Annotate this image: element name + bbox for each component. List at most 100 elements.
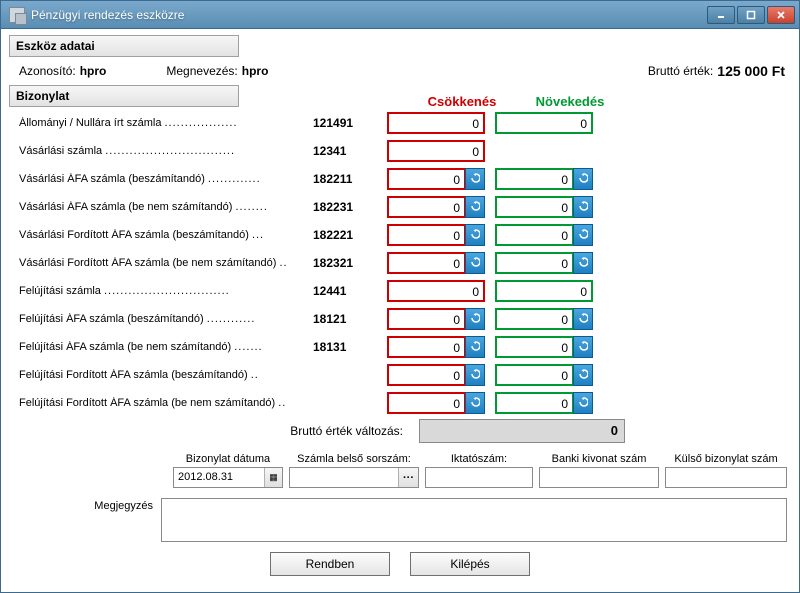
row-code: 182211 — [309, 172, 377, 186]
revert-icon — [470, 313, 480, 326]
account-row: Felújítási számla ......................… — [9, 277, 791, 305]
revert-icon — [470, 229, 480, 242]
decrease-revert-button[interactable] — [465, 224, 485, 246]
decrease-revert-button[interactable] — [465, 392, 485, 414]
increase-input[interactable]: 0 — [495, 364, 574, 386]
increase-revert-button[interactable] — [573, 168, 593, 190]
increase-revert-button[interactable] — [573, 252, 593, 274]
ellipsis-icon: ··· — [403, 472, 414, 484]
account-row: Felújítási ÁFA számla (be nem számítandó… — [9, 333, 791, 361]
revert-icon — [578, 397, 588, 410]
revert-icon — [470, 341, 480, 354]
row-label: Vásárlási Fordított ÁFA számla (beszámít… — [9, 229, 309, 241]
increase-input[interactable]: 0 — [495, 336, 574, 358]
increase-revert-button[interactable] — [573, 336, 593, 358]
increase-revert-button[interactable] — [573, 364, 593, 386]
date-value[interactable]: 2012.08.31 — [174, 468, 264, 487]
sorsz-value[interactable] — [290, 468, 398, 487]
decrease-input[interactable]: 0 — [387, 364, 466, 386]
asset-id-label: Azonosító: — [19, 64, 76, 78]
account-row: Felújítási Fordított ÁFA számla (beszámí… — [9, 361, 791, 389]
date-label: Bizonylat dátuma — [173, 453, 283, 465]
decrease-input[interactable]: 0 — [387, 336, 466, 358]
increase-input[interactable]: 0 — [495, 392, 574, 414]
decrease-revert-button[interactable] — [465, 308, 485, 330]
decrease-revert-button[interactable] — [465, 168, 485, 190]
minimize-button[interactable] — [707, 6, 735, 24]
col-increase-title: Növekedés — [521, 94, 619, 109]
revert-icon — [470, 397, 480, 410]
row-code: 12341 — [309, 144, 377, 158]
close-button[interactable] — [767, 6, 795, 24]
decrease-input[interactable]: 0 — [387, 308, 466, 330]
increase-input[interactable]: 0 — [495, 168, 574, 190]
row-label: Vásárlási ÁFA számla (be nem számítandó)… — [9, 201, 309, 213]
increase-input[interactable]: 0 — [495, 280, 593, 302]
ok-button[interactable]: Rendben — [270, 552, 390, 576]
account-row: Állományi / Nullára írt számla .........… — [9, 109, 791, 137]
increase-revert-button[interactable] — [573, 308, 593, 330]
col-decrease-title: Csökkenés — [413, 94, 511, 109]
decrease-input[interactable]: 0 — [387, 224, 466, 246]
increase-revert-button[interactable] — [573, 196, 593, 218]
row-label: Vásárlási számla .......................… — [9, 145, 309, 157]
section-bizonylat-header: Bizonylat — [9, 85, 239, 107]
decrease-input[interactable]: 0 — [387, 140, 485, 162]
cancel-button[interactable]: Kilépés — [410, 552, 530, 576]
increase-revert-button[interactable] — [573, 392, 593, 414]
iktato-label: Iktatószám: — [425, 453, 533, 465]
calendar-icon: ▦ — [269, 472, 278, 483]
revert-icon — [578, 313, 588, 326]
memo-textarea[interactable] — [161, 498, 787, 542]
decrease-revert-button[interactable] — [465, 252, 485, 274]
decrease-input[interactable]: 0 — [387, 112, 485, 134]
row-label: Vásárlási ÁFA számla (beszámítandó) ....… — [9, 173, 309, 185]
row-code: 182231 — [309, 200, 377, 214]
increase-input[interactable]: 0 — [495, 224, 574, 246]
memo-label: Megjegyzés — [13, 498, 153, 542]
row-label: Vásárlási Fordított ÁFA számla (be nem s… — [9, 257, 309, 269]
decrease-input[interactable]: 0 — [387, 392, 466, 414]
decrease-revert-button[interactable] — [465, 364, 485, 386]
row-label: Felújítási számla ......................… — [9, 285, 309, 297]
row-label: Felújítási ÁFA számla (be nem számítandó… — [9, 341, 309, 353]
revert-icon — [578, 173, 588, 186]
account-row: Vásárlási Fordított ÁFA számla (beszámít… — [9, 221, 791, 249]
increase-input[interactable]: 0 — [495, 196, 574, 218]
asset-brutto-label: Bruttó érték: — [648, 64, 713, 78]
sorsz-lookup-button[interactable]: ··· — [398, 468, 418, 487]
increase-input[interactable]: 0 — [495, 308, 574, 330]
decrease-input[interactable]: 0 — [387, 168, 466, 190]
revert-icon — [470, 257, 480, 270]
iktato-input[interactable] — [425, 467, 533, 488]
decrease-input[interactable]: 0 — [387, 252, 466, 274]
maximize-button[interactable] — [737, 6, 765, 24]
increase-revert-button[interactable] — [573, 224, 593, 246]
decrease-input[interactable]: 0 — [387, 280, 485, 302]
row-code: 18131 — [309, 340, 377, 354]
row-label: Felújítási ÁFA számla (beszámítandó) ...… — [9, 313, 309, 325]
row-label: Felújítási Fordított ÁFA számla (beszámí… — [9, 369, 309, 381]
decrease-revert-button[interactable] — [465, 336, 485, 358]
revert-icon — [578, 229, 588, 242]
asset-info: Azonosító: hpro Megnevezés: hpro Bruttó … — [9, 59, 791, 85]
decrease-input[interactable]: 0 — [387, 196, 466, 218]
row-label: Állományi / Nullára írt számla .........… — [9, 117, 309, 129]
date-input[interactable]: 2012.08.31 ▦ — [173, 467, 283, 488]
banki-input[interactable] — [539, 467, 659, 488]
revert-icon — [578, 341, 588, 354]
sorsz-input[interactable]: ··· — [289, 467, 419, 488]
row-code: 18121 — [309, 312, 377, 326]
kulso-input[interactable] — [665, 467, 787, 488]
row-code: 182221 — [309, 228, 377, 242]
increase-input[interactable]: 0 — [495, 112, 593, 134]
revert-icon — [470, 369, 480, 382]
sorsz-label: Számla belső sorszám: — [289, 453, 419, 465]
date-picker-button[interactable]: ▦ — [264, 468, 282, 487]
row-code: 182321 — [309, 256, 377, 270]
asset-id-value: hpro — [80, 64, 107, 78]
account-row: Felújítási Fordított ÁFA számla (be nem … — [9, 389, 791, 417]
increase-input[interactable]: 0 — [495, 252, 574, 274]
decrease-revert-button[interactable] — [465, 196, 485, 218]
revert-icon — [578, 257, 588, 270]
